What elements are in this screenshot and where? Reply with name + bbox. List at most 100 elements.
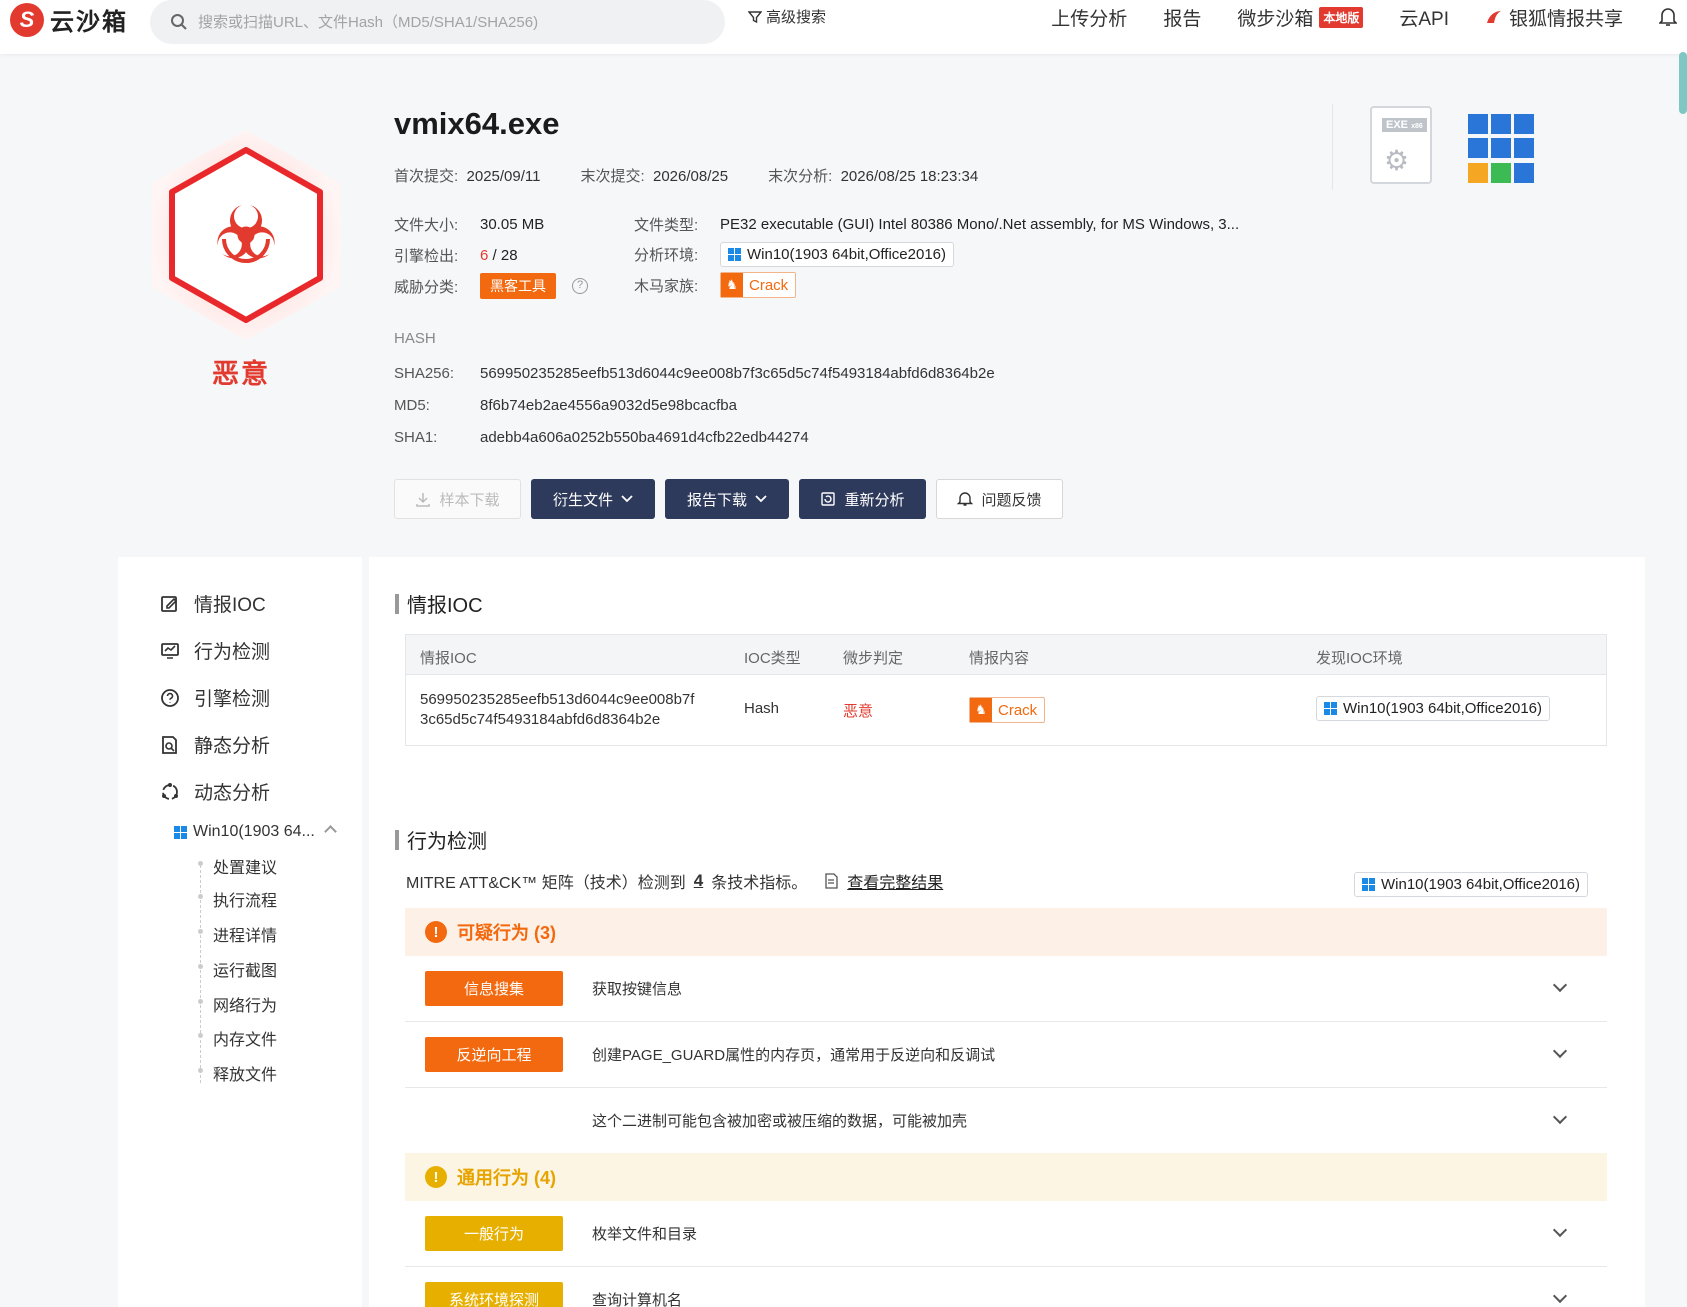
nav-upload[interactable]: 上传分析: [1051, 4, 1127, 31]
windows-icon: [174, 825, 187, 839]
nav-intel-share[interactable]: 银狐情报共享: [1485, 4, 1623, 31]
question-circle-icon: [161, 688, 179, 707]
sidebar-sub-network[interactable]: 网络行为: [213, 992, 277, 1016]
warning-icon: !: [425, 1166, 447, 1188]
file-name: vmix64.exe: [394, 106, 560, 141]
nav-sandbox[interactable]: 微步沙箱 本地版: [1237, 4, 1364, 31]
tree-dot: [198, 929, 203, 934]
windows-icon: [1362, 878, 1375, 891]
tree-dot: [198, 861, 203, 866]
ioc-section-title: 情报IOC: [395, 589, 483, 618]
ioc-col-ioc: 情报IOC: [420, 650, 477, 667]
list-item[interactable]: 信息搜集 获取按键信息: [405, 956, 1607, 1022]
edit-icon: [161, 595, 178, 612]
search-input[interactable]: [198, 13, 718, 31]
derived-files-button[interactable]: 衍生文件: [531, 479, 655, 519]
family-tag[interactable]: ♞ Crack: [720, 272, 797, 298]
nav-reports[interactable]: 报告: [1163, 4, 1201, 31]
behavior-env[interactable]: Win10(1903 64bit,Office2016): [1354, 871, 1589, 897]
search-bar[interactable]: [150, 0, 725, 44]
chevron-down-icon[interactable]: [1552, 1109, 1568, 1125]
list-item[interactable]: 这个二进制可能包含被加密或被压缩的数据，可能被加壳: [405, 1088, 1607, 1154]
windows-app-icon: [1468, 114, 1534, 184]
reanalyze-button[interactable]: 重新分析: [799, 479, 926, 519]
mitre-count: 4: [693, 871, 704, 890]
file-type: PE32 executable (GUI) Intel 80386 Mono/.…: [720, 216, 1240, 233]
behavior-tag: 系统环境探测: [425, 1282, 563, 1307]
behavior-env-pill: Win10(1903 64bit,Office2016): [1354, 872, 1589, 897]
view-full-result-link[interactable]: 查看完整结果: [847, 869, 943, 893]
gear-icon: ⚙: [1384, 145, 1410, 176]
chevron-up-icon[interactable]: [324, 825, 337, 838]
behavior-desc: 查询计算机名: [592, 1292, 683, 1307]
scrollbar-thumb[interactable]: [1679, 52, 1687, 114]
tree-dot: [198, 1033, 203, 1038]
ioc-family-tag[interactable]: ♞ Crack: [969, 697, 1046, 723]
sha256-value: 569950235285eefb513d6044c9ee008b7f3c65d5…: [480, 365, 995, 382]
windows-icon: [1324, 702, 1337, 715]
sidebar-item-ioc[interactable]: 情报IOC: [160, 590, 266, 617]
hash-title: HASH: [394, 330, 436, 347]
chevron-down-icon[interactable]: [1552, 1222, 1568, 1238]
advanced-search-link[interactable]: 高级搜索: [748, 6, 826, 27]
download-icon: [416, 493, 431, 507]
sidebar-item-dynamic[interactable]: 动态分析: [160, 778, 270, 805]
chevron-down-icon[interactable]: [1552, 977, 1568, 993]
sidebar-item-static[interactable]: 静态分析: [160, 731, 270, 758]
search-icon: [171, 14, 187, 30]
section-bar: [395, 829, 399, 850]
sidebar-item-engine[interactable]: 引擎检测: [160, 684, 270, 711]
last-submit: 末次提交: 2026/08/25: [580, 168, 729, 185]
verdict-badge: [148, 128, 344, 342]
ioc-value[interactable]: 569950235285eefb513d6044c9ee008b7f 3c65d…: [420, 690, 694, 730]
ioc-env-pill: Win10(1903 64bit,Office2016): [1316, 696, 1551, 721]
list-item[interactable]: 系统环境探测 查询计算机名: [405, 1267, 1607, 1307]
sidebar-sub-memory[interactable]: 内存文件: [213, 1026, 277, 1050]
feedback-button[interactable]: 问题反馈: [936, 479, 1063, 519]
chevron-down-icon[interactable]: [1552, 1043, 1568, 1059]
sidebar-sub-flow[interactable]: 执行流程: [213, 887, 277, 911]
file-type-row: 文件类型: PE32 executable (GUI) Intel 80386 M…: [634, 216, 1240, 234]
refresh-icon: [821, 492, 836, 506]
logo[interactable]: S 云沙箱: [10, 2, 128, 37]
table-row: 569950235285eefb513d6044c9ee008b7f 3c65d…: [406, 675, 1606, 745]
behavior-tag: 信息搜集: [425, 971, 563, 1006]
nav-intel-share-label: 银狐情报共享: [1508, 8, 1623, 30]
tree-dot: [198, 1068, 203, 1073]
threat-tag[interactable]: 黑客工具: [480, 273, 556, 299]
nav-api[interactable]: 云API: [1399, 4, 1449, 31]
nav-sandbox-label: 微步沙箱: [1237, 8, 1314, 30]
sidebar-env-item[interactable]: Win10(1903 64...: [174, 823, 315, 841]
tree-dot: [198, 999, 203, 1004]
top-navbar: S 云沙箱 高级搜索 上传分析 报告 微步沙箱本地版 云API 银狐情报共享: [0, 0, 1687, 54]
sidebar-sub-dropped[interactable]: 释放文件: [213, 1061, 277, 1085]
help-icon[interactable]: ?: [572, 278, 588, 294]
notification-bell-icon[interactable]: [1659, 7, 1677, 27]
list-item[interactable]: 一般行为 枚举文件和目录: [405, 1201, 1607, 1267]
behavior-desc: 这个二进制可能包含被加密或被压缩的数据，可能被加壳: [592, 1113, 968, 1130]
bell-icon: [957, 492, 974, 506]
sha1-row: SHA1: adebb4a606a0252b550ba4691d4cfb22edb…: [394, 429, 809, 446]
behavior-section-title: 行为检测: [395, 825, 487, 854]
sidebar-sub-process[interactable]: 进程详情: [213, 922, 277, 946]
download-sample-button[interactable]: 样本下载: [394, 479, 521, 519]
sidebar-item-behavior[interactable]: 行为检测: [160, 637, 270, 664]
chevron-down-icon[interactable]: [1552, 1288, 1568, 1304]
behavior-tag: 反逆向工程: [425, 1037, 563, 1072]
report-download-button[interactable]: 报告下载: [665, 479, 789, 519]
sidebar: 情报IOC 行为检测 引擎检测 静态分析 动态分析 Win10(1903 64.…: [118, 557, 362, 1307]
ioc-table: 情报IOC IOC类型 微步判定 情报内容 发现IOC环境 5699502352…: [405, 634, 1607, 746]
behavior-tag: 一般行为: [425, 1216, 563, 1251]
ioc-content[interactable]: ♞ Crack: [969, 697, 1046, 723]
ioc-col-type: IOC类型: [744, 650, 801, 667]
list-item[interactable]: 反逆向工程 创建PAGE_GUARD属性的内存页，通常用于反逆向和反调试: [405, 1022, 1607, 1088]
chevron-down-icon: [755, 495, 767, 503]
engine-total: / 28: [492, 247, 518, 264]
engine-detected-count: 6: [480, 247, 489, 264]
family-row: 木马家族: ♞ Crack: [634, 272, 797, 298]
advanced-search-label: 高级搜索: [766, 9, 827, 26]
sidebar-sub-disposal[interactable]: 处置建议: [213, 854, 277, 878]
ioc-verdict: 恶意: [843, 703, 874, 720]
verdict-hexagon: [152, 130, 340, 340]
sidebar-sub-screenshot[interactable]: 运行截图: [213, 957, 277, 981]
